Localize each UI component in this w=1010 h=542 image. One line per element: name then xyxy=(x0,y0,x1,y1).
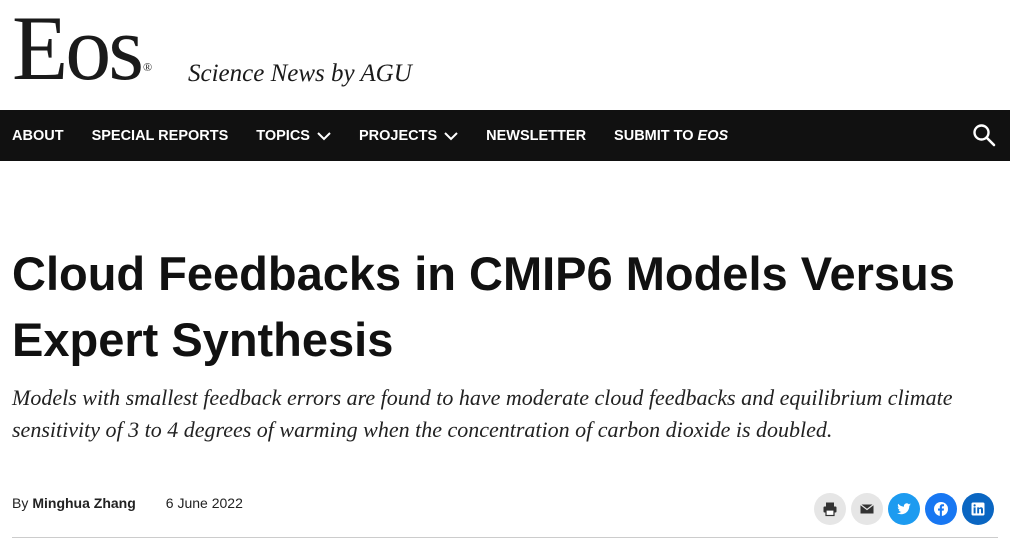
article-title: Cloud Feedbacks in CMIP6 Models Versus E… xyxy=(12,247,955,366)
byline-prefix: By xyxy=(12,495,29,511)
author-link[interactable]: Minghua Zhang xyxy=(32,495,135,511)
nav-item-topics[interactable]: TOPICS xyxy=(256,128,331,144)
print-button[interactable] xyxy=(814,493,846,525)
nav-item-emphasis: EOS xyxy=(697,127,729,144)
share-buttons xyxy=(814,493,999,525)
logo-text: Eos xyxy=(12,0,144,99)
email-button[interactable] xyxy=(851,493,883,525)
nav-item-label: TOPICS xyxy=(256,127,310,144)
masthead: Eos ® Science News by AGU xyxy=(0,0,1010,110)
publish-date: 6 June 2022 xyxy=(165,495,243,511)
chevron-down-icon[interactable] xyxy=(444,131,458,141)
main-navigation: ABOUT SPECIAL REPORTS TOPICS PROJECTS NE… xyxy=(0,110,1010,161)
divider xyxy=(12,537,998,538)
facebook-share-button[interactable] xyxy=(925,493,957,525)
linkedin-share-button[interactable] xyxy=(962,493,994,525)
nav-item-label: NEWSLETTER xyxy=(486,127,587,144)
search-icon[interactable] xyxy=(972,123,996,147)
linkedin-icon xyxy=(971,502,985,516)
print-icon xyxy=(823,502,837,517)
article-dek: Models with smallest feedback errors are… xyxy=(12,385,953,442)
facebook-icon xyxy=(934,502,948,516)
site-tagline: Science News by AGU xyxy=(188,60,412,87)
byline: By Minghua Zhang 6 June 2022 xyxy=(12,495,243,511)
chevron-down-icon[interactable] xyxy=(317,131,331,141)
twitter-share-button[interactable] xyxy=(888,493,920,525)
nav-item-about[interactable]: ABOUT xyxy=(12,128,64,144)
nav-item-label: ABOUT xyxy=(12,127,64,144)
registered-mark: ® xyxy=(143,60,153,74)
nav-item-special-reports[interactable]: SPECIAL REPORTS xyxy=(92,128,229,144)
nav-item-newsletter[interactable]: NEWSLETTER xyxy=(486,128,586,144)
nav-item-label: SPECIAL REPORTS xyxy=(91,127,229,144)
nav-item-submit[interactable]: SUBMIT TO EOS xyxy=(614,128,728,144)
nav-item-projects[interactable]: PROJECTS xyxy=(359,128,458,144)
nav-item-label: PROJECTS xyxy=(358,127,438,144)
nav-item-label: SUBMIT TO xyxy=(614,127,694,144)
twitter-icon xyxy=(897,503,911,515)
email-icon xyxy=(860,504,874,514)
eos-logo[interactable]: Eos ® xyxy=(12,2,152,113)
